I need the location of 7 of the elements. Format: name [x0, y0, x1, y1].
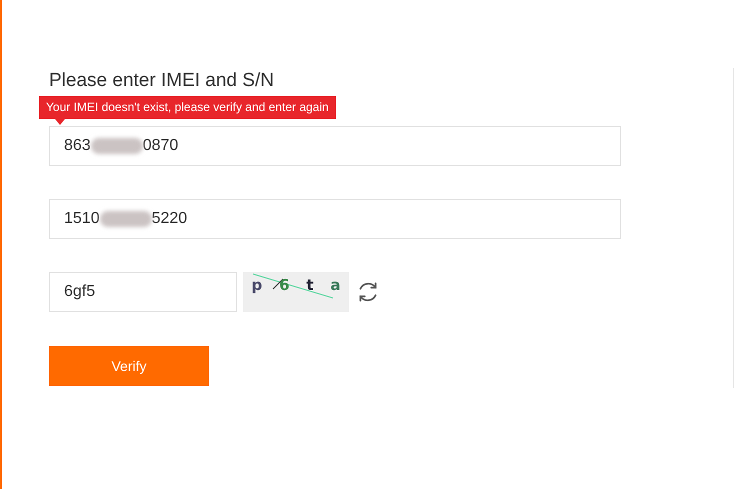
captcha-input[interactable]: 6gf5 — [49, 272, 237, 312]
blurred-digits — [100, 211, 152, 227]
input-field[interactable]: 863 0870 — [49, 126, 621, 166]
blurred-digits — [90, 138, 143, 154]
input-field[interactable]: 1510 5220 — [49, 199, 621, 239]
tooltip-pointer — [55, 119, 65, 125]
page-heading: Please enter IMEI and S/N — [49, 69, 275, 93]
